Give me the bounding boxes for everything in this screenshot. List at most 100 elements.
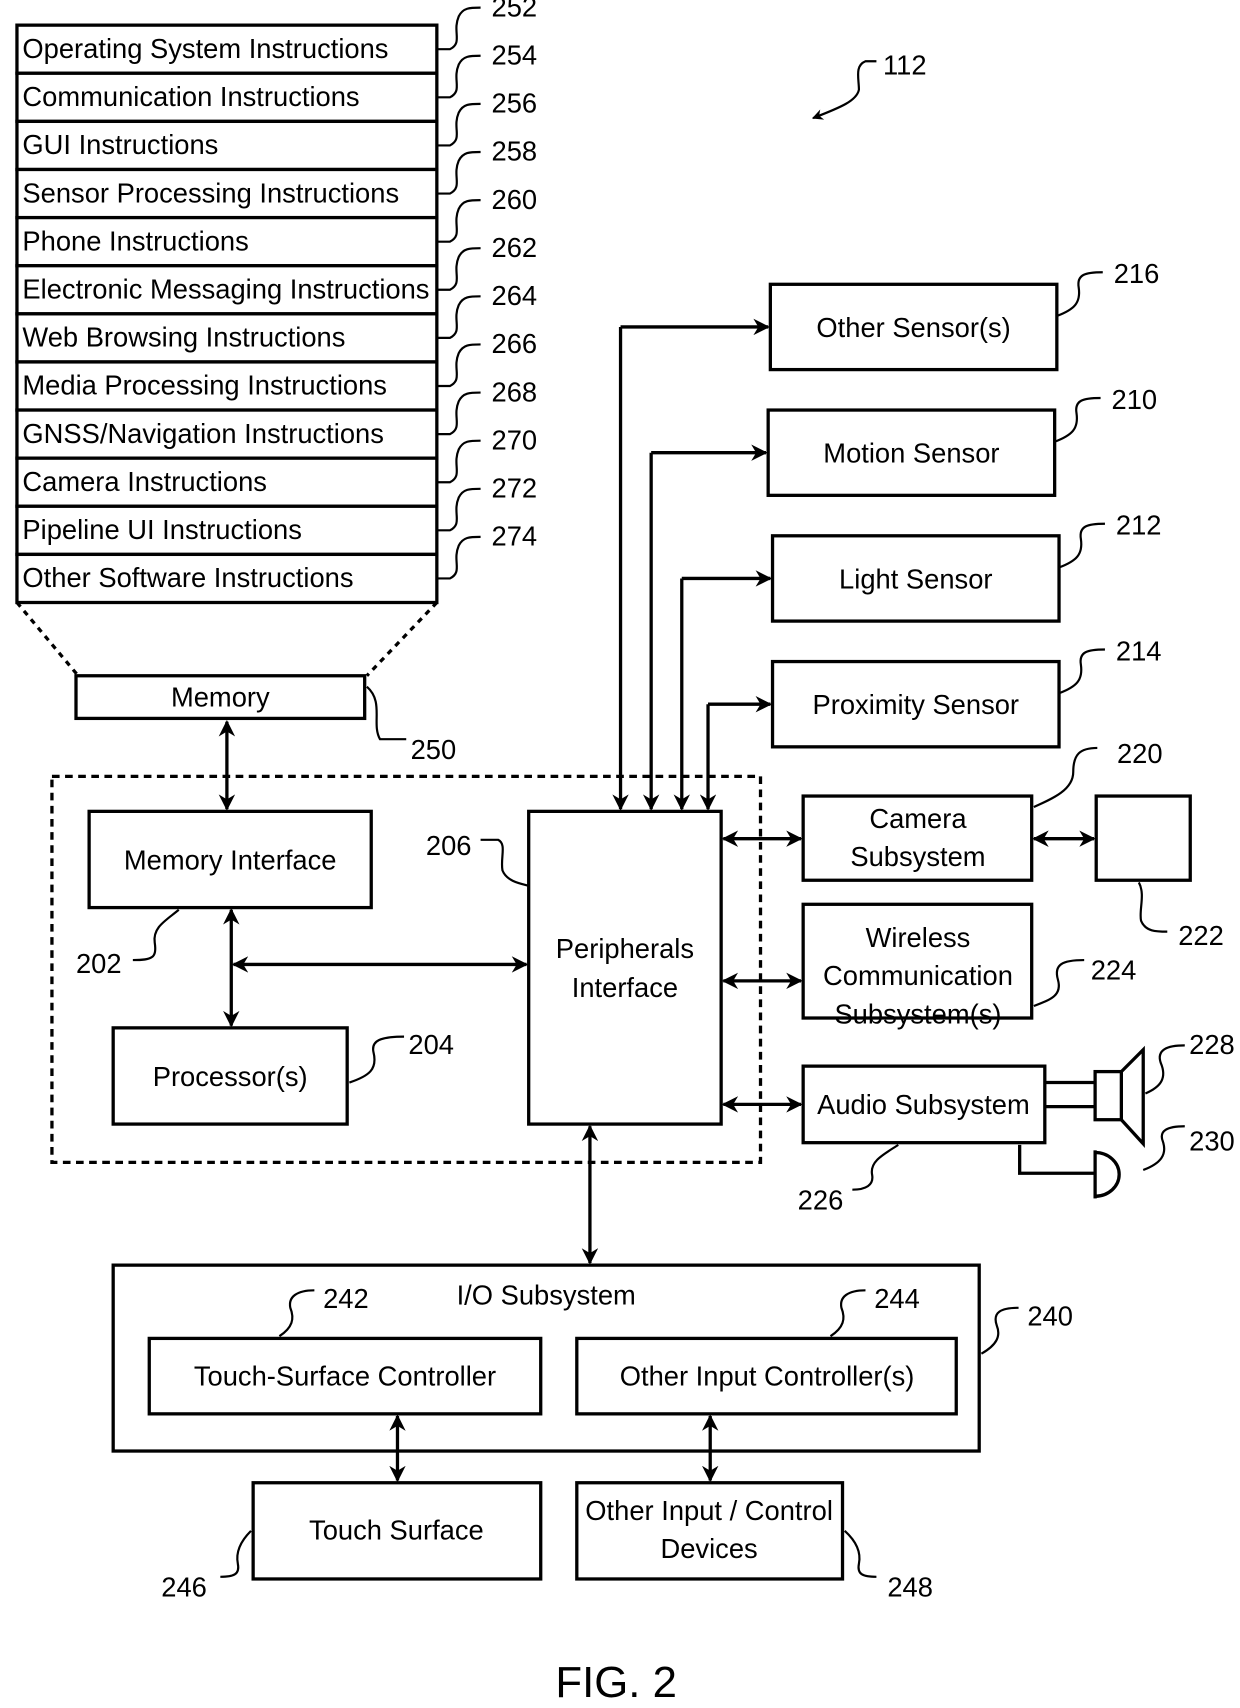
io-subsystem-label: I/O Subsystem [457, 1280, 636, 1311]
sensor-ref: 214 [1116, 635, 1162, 666]
ref-220: 220 [1117, 738, 1163, 769]
peripherals-label-line2: Interface [572, 972, 678, 1003]
ref-224: 224 [1091, 955, 1137, 986]
sensor-ref: 210 [1112, 384, 1158, 415]
peripherals-interface-box[interactable]: Peripherals Interface [527, 809, 723, 1126]
touch-surface-controller-box[interactable]: Touch-Surface Controller [147, 1336, 543, 1416]
expansion-line-left [15, 601, 80, 677]
sensor-leader [1058, 648, 1105, 695]
ref-248: 248 [887, 1571, 933, 1602]
instruction-ref: 270 [492, 424, 538, 455]
sensor-leader [1054, 396, 1101, 443]
instruction-label: Camera Instructions [22, 466, 267, 497]
wireless-subsystem-box[interactable]: Wireless Communication Subsystem(s) [801, 902, 1034, 1029]
instruction-label: Electronic Messaging Instructions [22, 274, 429, 305]
other-input-controller-box[interactable]: Other Input Controller(s) [575, 1336, 958, 1416]
leader-220 [1033, 746, 1098, 808]
leader-202 [132, 908, 180, 962]
microphone-icon [1018, 1144, 1121, 1199]
instruction-label: Communication Instructions [22, 81, 359, 112]
instruction-leader [436, 54, 481, 99]
wireless-label-line3: Subsystem(s) [834, 998, 1001, 1029]
touch-surface-box[interactable]: Touch Surface [251, 1481, 543, 1581]
sensor-label: Proximity Sensor [813, 689, 1020, 720]
other-devices-label-line1: Other Input / Control [585, 1495, 833, 1526]
processor-box[interactable]: Processor(s) [111, 1026, 349, 1126]
instruction-leader [436, 391, 481, 436]
leader-224 [1033, 958, 1085, 1008]
memory-instructions-stack: Operating System Instructions 252 Communic… [15, 0, 538, 605]
ref-246: 246 [161, 1571, 207, 1602]
ref-250: 250 [411, 734, 457, 765]
camera-sensor-box[interactable] [1094, 794, 1192, 882]
instruction-leader [436, 199, 481, 243]
instruction-ref: 272 [492, 473, 538, 504]
audio-subsystem-box[interactable]: Audio Subsystem [801, 1064, 1047, 1145]
sensor-ref: 212 [1116, 510, 1162, 541]
ref-242: 242 [323, 1283, 369, 1314]
memory-box[interactable]: Memory [74, 674, 367, 721]
sensor-label: Motion Sensor [823, 438, 999, 469]
sensor-label: Light Sensor [839, 563, 992, 594]
speaker-icon [1044, 1045, 1145, 1149]
instruction-leader [436, 439, 481, 484]
peripherals-label-line1: Peripherals [556, 933, 694, 964]
instruction-leader [436, 487, 481, 532]
other-input-devices-box[interactable]: Other Input / Control Devices [575, 1481, 845, 1581]
instruction-ref: 268 [492, 376, 538, 407]
instruction-ref: 266 [492, 328, 538, 359]
memory-interface-label: Memory Interface [124, 844, 337, 875]
instruction-label: Media Processing Instructions [22, 370, 387, 401]
instruction-ref: 264 [492, 280, 538, 311]
other-controller-label: Other Input Controller(s) [620, 1360, 915, 1391]
instruction-label: Web Browsing Instructions [22, 322, 345, 353]
leader-228 [1144, 1044, 1185, 1095]
figure-pointer-arrow [811, 60, 877, 120]
sensor-label: Other Sensor(s) [816, 312, 1010, 343]
camera-label-line2: Subsystem [850, 841, 985, 872]
sensor-ref: 216 [1114, 258, 1160, 289]
instruction-ref: 256 [492, 88, 538, 119]
ref-206: 206 [426, 830, 472, 861]
instruction-label: Pipeline UI Instructions [22, 514, 302, 545]
ref-240: 240 [1027, 1300, 1073, 1331]
camera-subsystem-box[interactable]: Camera Subsystem [801, 794, 1034, 882]
instruction-ref: 258 [492, 136, 538, 167]
ref-226: 226 [798, 1184, 844, 1215]
memory-interface-box[interactable]: Memory Interface [87, 809, 373, 910]
audio-label: Audio Subsystem [817, 1089, 1030, 1120]
figure-caption: FIG. 2 [555, 1658, 676, 1707]
wireless-label-line2: Communication [823, 960, 1013, 991]
leader-230 [1142, 1125, 1185, 1172]
ref-230: 230 [1189, 1125, 1235, 1156]
leader-240 [980, 1306, 1019, 1355]
sensor-leader [1056, 271, 1103, 318]
leader-222 [1137, 881, 1168, 933]
instruction-ref: 274 [492, 521, 538, 552]
ref-112: 112 [883, 49, 927, 80]
ref-202: 202 [76, 948, 122, 979]
leader-246 [220, 1530, 252, 1578]
sensor-proximity-sensor[interactable]: Proximity Sensor 214 [699, 635, 1162, 811]
processor-label: Processor(s) [153, 1061, 308, 1092]
leader-250 [366, 685, 407, 741]
instruction-ref: 254 [492, 40, 538, 71]
instruction-label: Phone Instructions [22, 225, 248, 256]
instruction-label: Operating System Instructions [22, 33, 388, 64]
instruction-leader [436, 102, 481, 147]
touch-surface-label: Touch Surface [309, 1515, 484, 1546]
instruction-label: Sensor Processing Instructions [22, 177, 399, 208]
instruction-leader [436, 343, 481, 388]
wireless-label-line1: Wireless [866, 922, 971, 953]
ref-222: 222 [1178, 920, 1224, 951]
leader-206 [480, 838, 529, 887]
ref-204: 204 [408, 1029, 454, 1060]
instruction-label: GNSS/Navigation Instructions [22, 418, 384, 449]
instruction-leader [436, 6, 481, 51]
touch-controller-label: Touch-Surface Controller [194, 1360, 496, 1391]
instruction-ref: 260 [492, 184, 538, 215]
instruction-ref: 252 [492, 0, 538, 22]
expansion-line-right [365, 601, 439, 677]
sensor-light-sensor[interactable]: Light Sensor 212 [673, 510, 1162, 811]
instruction-label: Other Software Instructions [22, 562, 353, 593]
